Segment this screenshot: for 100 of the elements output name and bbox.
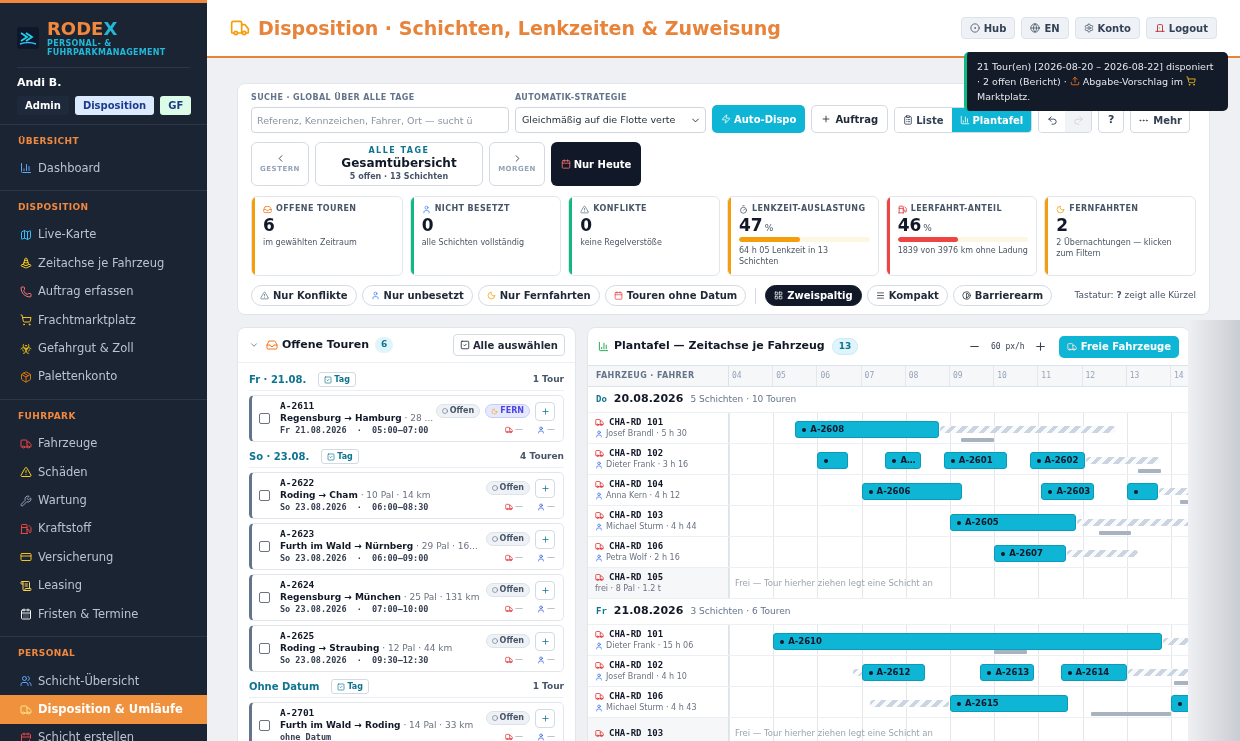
nav-item[interactable]: Live-Karte	[0, 220, 207, 250]
tour-bar[interactable]	[1126, 483, 1158, 500]
kpi-label: OFFENE TOUREN	[276, 203, 357, 215]
tour-bar[interactable]: A-2603	[1041, 483, 1094, 500]
tour-bar[interactable]: A-2608	[795, 421, 939, 438]
kpi-card[interactable]: OFFENE TOUREN 6 im gewählten Zeitraum	[251, 196, 403, 276]
tour-bar[interactable]	[817, 452, 849, 469]
nav-item[interactable]: Versicherung	[0, 543, 207, 572]
tour-card[interactable]: A-2611 Regensburg → Hamburg · 28 ... Fr 21.08.2026 · 05:00–07:00 Offen FERN — —	[249, 395, 564, 442]
count-badge: 6	[375, 337, 394, 353]
header-button[interactable]: Hub	[960, 17, 1016, 39]
tour-bar[interactable]: A-2615	[950, 695, 1069, 712]
nav-item[interactable]: Wartung	[0, 486, 207, 515]
kpi-icon	[421, 204, 431, 214]
add-button[interactable]	[535, 708, 555, 728]
nav-item[interactable]: Auftrag erfassen	[0, 277, 207, 307]
nav-item[interactable]: Zeitachse je Fahrzeug	[0, 249, 207, 278]
kpi-card[interactable]: LENKZEIT-AUSLASTUNG 47% 64 h 05 Lenkzeit in 13 Schichten	[727, 196, 879, 276]
filter-chip[interactable]: Nur unbesetzt	[361, 285, 473, 306]
tour-bar[interactable]: A-2612	[861, 664, 926, 681]
filter-chip[interactable]: Nur Fernfahrten	[477, 285, 600, 306]
order-button[interactable]: Auftrag	[811, 105, 889, 133]
add-button[interactable]	[535, 401, 555, 421]
count-badge: 13	[831, 337, 859, 356]
filter-chip[interactable]: Touren ohne Datum	[604, 285, 747, 306]
tour-bar[interactable]: A-2606	[861, 483, 963, 500]
nav-item[interactable]: Fristen & Termine	[0, 600, 207, 629]
select-day-button[interactable]: Tag	[318, 372, 356, 387]
nav-item[interactable]: Dashboard	[0, 154, 207, 183]
break-marker	[961, 438, 995, 442]
tour-checkbox[interactable]	[259, 413, 270, 424]
nav-item[interactable]: Palettenkonto	[0, 362, 207, 392]
tour-card[interactable]: A-2622 Roding → Cham · 10 Pal · 14 km So 23.08.2026 · 06:00–08:30 Offen — —	[249, 472, 564, 519]
nav-item[interactable]: Frachtmarktplatz	[0, 306, 207, 335]
kpi-card[interactable]: KONFLIKTE 0 keine Regelverstöße	[568, 196, 720, 276]
tour-bar[interactable]: A-2610	[773, 633, 1163, 650]
tour-id: A-2622	[280, 477, 315, 489]
today-button[interactable]: Nur Heute	[551, 142, 641, 186]
tour-bar[interactable]: A-2614	[1060, 664, 1127, 681]
add-button[interactable]	[535, 631, 555, 651]
tour-card[interactable]: A-2625 Roding → Straubing · 12 Pal · 44 km So 23.08.2026 · 09:30–12:30 Offen — —	[249, 625, 564, 672]
nav-item[interactable]: Fahrzeuge	[0, 429, 207, 459]
kpi-card[interactable]: FERNFAHRTEN 2 2 Übernachtungen — klicken zum Filtern	[1044, 196, 1196, 276]
tour-checkbox[interactable]	[259, 490, 270, 501]
nav-item[interactable]: Kraftstoff	[0, 514, 207, 544]
nav-item[interactable]: Schäden	[0, 458, 207, 487]
tour-label: A-2612	[876, 666, 911, 679]
nav-item[interactable]: Gefahrgut & Zoll	[0, 334, 207, 363]
search-field[interactable]: Referenz, Kennzeichen, Fahrer, Ort — sucht ü	[251, 107, 509, 133]
vehicle-plate: CHA-RD 102	[609, 448, 664, 459]
status-icon	[491, 587, 498, 593]
vehicle-value: —	[515, 602, 523, 615]
tour-card[interactable]: A-2701 Furth im Wald → Roding · 14 Pal · 33 km ohne Datum Offen — —	[249, 702, 564, 741]
kpi-icon	[1056, 204, 1066, 214]
nav-icon	[20, 523, 32, 536]
tour-card[interactable]: A-2624 Regensburg → München · 25 Pal · 131 km So 23.08.2026 · 07:00–10:00 Offen — —	[249, 574, 564, 621]
list-icon	[903, 115, 914, 125]
filter-chip[interactable]: Nur Konflikte	[251, 285, 357, 306]
vehicle-plate: CHA-RD 103	[609, 510, 664, 521]
layout-chip[interactable]: Barrierearm	[952, 285, 1053, 306]
tour-card[interactable]: A-2623 Furth im Wald → Nürnberg · 29 Pal · 16... So 23.08.2026 · 06:00–09:00 Offen — —	[249, 523, 564, 570]
tour-bar[interactable]: A-2607	[994, 545, 1066, 562]
tour-bar[interactable]: A-2602	[1029, 452, 1085, 469]
kpi-card[interactable]: LEERFAHRT-ANTEIL 46% 1839 von 3976 km ohne Ladung	[885, 196, 1038, 276]
tour-bar[interactable]: A…	[885, 452, 921, 469]
nav-icon	[20, 285, 32, 298]
plus-icon	[540, 534, 550, 544]
truck-icon	[595, 449, 604, 458]
add-button[interactable]	[535, 478, 555, 498]
weekday: Do	[596, 392, 607, 406]
tour-bar[interactable]: A-2601	[943, 452, 1008, 469]
nav-item[interactable]: Leasing	[0, 571, 207, 601]
tour-checkbox[interactable]	[259, 643, 270, 654]
header-button[interactable]: Konto	[1074, 17, 1140, 39]
tour-checkbox[interactable]	[259, 541, 270, 552]
vehicle-value: —	[515, 653, 523, 666]
select-day-button[interactable]: Tag	[321, 449, 359, 464]
header-button[interactable]: Logout	[1145, 17, 1217, 39]
select-day-button[interactable]: Tag	[331, 679, 369, 694]
select-all-button[interactable]: Alle auswählen	[452, 334, 565, 356]
layout-icon	[961, 291, 971, 300]
layout-chip[interactable]: Zweispaltig	[765, 285, 862, 306]
tour-checkbox[interactable]	[259, 592, 270, 603]
kpi-card[interactable]: NICHT BESETZT 0 alle Schichten vollständig	[409, 196, 562, 276]
tour-bar[interactable]: A-2613	[980, 664, 1034, 681]
truck-icon	[505, 732, 513, 741]
checkbox-icon	[324, 375, 333, 384]
kpi-note: alle Schichten vollständig	[421, 237, 526, 248]
nav-icon	[20, 437, 32, 450]
nav-item[interactable]: Schicht erstellen	[0, 723, 207, 741]
nav-item[interactable]: Schicht-Übersicht	[0, 666, 207, 696]
day-overview-card[interactable]: ALLE TAGE Gesamtübersicht 5 offen · 13 Schichten	[315, 142, 483, 186]
add-button[interactable]	[535, 580, 555, 600]
tour-bar[interactable]: A-2605	[950, 514, 1077, 531]
add-button[interactable]	[535, 529, 555, 549]
layout-chip[interactable]: Kompakt	[866, 285, 948, 306]
header-button[interactable]: EN	[1021, 17, 1069, 39]
tour-checkbox[interactable]	[259, 720, 270, 731]
logo-icon	[17, 27, 39, 49]
strategy-select[interactable]: Gleichmäßig auf die Flotte verte	[515, 107, 706, 133]
